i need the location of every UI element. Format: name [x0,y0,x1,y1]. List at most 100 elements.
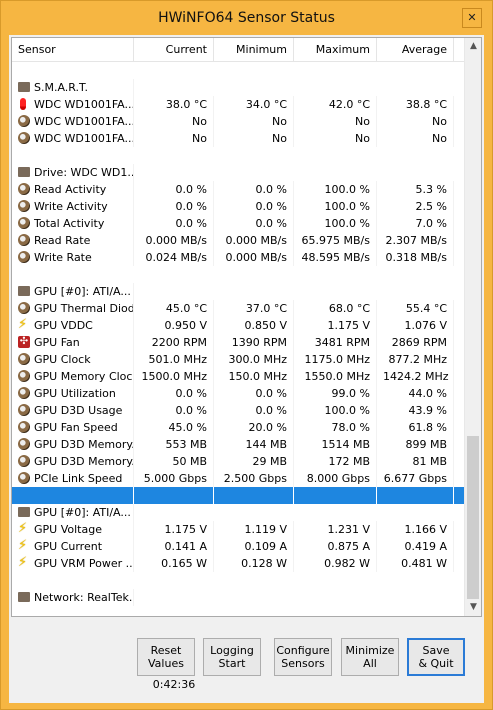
reset-values-button[interactable]: Reset Values [137,638,195,676]
selected-row[interactable] [12,487,464,504]
save-quit-button[interactable]: Save & Quit [407,638,465,676]
column-header-current[interactable]: Current [134,38,214,62]
sensor-name: WDC WD1001FA... [12,96,134,113]
spacer-row [12,147,464,164]
table-cell [214,487,294,504]
minimum-value: 0.850 V [214,317,294,334]
maximum-value: 100.0 % [294,215,377,232]
average-value: 55.4 °C [377,300,454,317]
table-row[interactable]: GPU Thermal Diode 45.0 °C 37.0 °C 68.0 °C 55… [12,300,464,317]
table-cell [12,487,134,504]
table-row[interactable]: WDC WD1001FA... No No No No [12,130,464,147]
sensor-name: PCIe Link Speed [12,470,134,487]
scroll-thumb[interactable] [467,436,479,599]
table-row[interactable]: ⚡ GPU Current 0.141 A 0.109 A 0.875 A 0.419 A [12,538,464,555]
table-cell [134,487,214,504]
elapsed-timer: 0:42:36 [152,678,196,691]
sensor-list[interactable]: Sensor Current Minimum Maximum Average S… [11,37,482,617]
column-header-maximum[interactable]: Maximum [294,38,377,62]
spacer-row [12,62,464,79]
table-cell [377,487,454,504]
maximum-value: 78.0 % [294,419,377,436]
table-row[interactable]: Read Rate 0.000 MB/s 0.000 MB/s 65.975 MB/s… [12,232,464,249]
sensor-rows: S.M.A.R.T. WDC WD1001FA... 38.0 °C 34.0 °C 4… [12,62,464,606]
table-row[interactable]: WDC WD1001FA... 38.0 °C 34.0 °C 42.0 °C 38.8… [12,96,464,113]
current-value: 0.0 % [134,181,214,198]
table-row[interactable]: ✣ GPU Fan 2200 RPM 1390 RPM 3481 RPM 2869 RPM [12,334,464,351]
maximum-value: 42.0 °C [294,96,377,113]
table-row[interactable]: ⚡ GPU VRM Power ... 0.165 W 0.128 W 0.982 W0… [12,555,464,572]
maximum-value: 65.975 MB/s [294,232,377,249]
column-header-average[interactable]: Average [377,38,454,62]
average-value: 7.0 % [377,215,454,232]
table-row[interactable]: ⚡ GPU VDDC 0.950 V 0.850 V 1.175 V 1.076 V [12,317,464,334]
title-bar[interactable]: HWiNFO64 Sensor Status ✕ [1,1,492,35]
current-value: 45.0 % [134,419,214,436]
table-row[interactable]: Total Activity 0.0 % 0.0 % 100.0 % 7.0 % [12,215,464,232]
client-area: Sensor Current Minimum Maximum Average S… [9,35,484,703]
table-row[interactable]: GPU Clock 501.0 MHz 300.0 MHz 1175.0 MHz 877… [12,351,464,368]
maximum-value: 1514 MB [294,436,377,453]
hwinfo-window: HWiNFO64 Sensor Status ✕ Sensor Current … [0,0,493,710]
sensor-name: GPU [#0]: ATI/A... [12,283,134,300]
spacer-row [12,572,464,589]
average-value: 899 MB [377,436,454,453]
maximum-value: 99.0 % [294,385,377,402]
sensor-name: Write Activity [12,198,134,215]
average-value: 5.3 % [377,181,454,198]
minimize-all-button[interactable]: Minimize All [341,638,399,676]
current-value: 0.950 V [134,317,214,334]
maximum-value: 100.0 % [294,198,377,215]
average-value: 1.166 V [377,521,454,538]
table-row[interactable]: GPU D3D Usage 0.0 % 0.0 % 100.0 % 43.9 % [12,402,464,419]
vertical-scrollbar[interactable]: ▲ ▼ [464,38,481,616]
table-row[interactable]: WDC WD1001FA... No No No No [12,113,464,130]
sensor-name: WDC WD1001FA... [12,113,134,130]
logging-start-button[interactable]: Logging Start [203,638,261,676]
table-row[interactable]: Read Activity 0.0 % 0.0 % 100.0 % 5.3 % [12,181,464,198]
maximum-value: 1.175 V [294,317,377,334]
maximum-value: 8.000 Gbps [294,470,377,487]
close-button[interactable]: ✕ [462,8,482,28]
minimum-value: 0.0 % [214,198,294,215]
table-row[interactable]: Write Activity 0.0 % 0.0 % 100.0 % 2.5 % [12,198,464,215]
table-row[interactable]: GPU Utilization 0.0 % 0.0 % 99.0 % 44.0 % [12,385,464,402]
sensor-name: Read Activity [12,181,134,198]
sensor-group-row[interactable]: Network: RealTek... [12,589,464,606]
average-value: 1424.2 MHz [377,368,454,385]
sensor-group-row[interactable]: Drive: WDC WD1... [12,164,464,181]
average-value: 0.318 MB/s [377,249,454,266]
average-value: 6.677 Gbps [377,470,454,487]
current-value: 0.141 A [134,538,214,555]
table-row[interactable]: PCIe Link Speed 5.000 Gbps 2.500 Gbps 8.000… [12,470,464,487]
current-value: 0.000 MB/s [134,232,214,249]
table-row[interactable]: GPU Memory Clock 1500.0 MHz 150.0 MHz 1550.… [12,368,464,385]
current-value: 50 MB [134,453,214,470]
scroll-down-icon[interactable]: ▼ [465,599,482,616]
column-header-sensor[interactable]: Sensor [12,38,134,62]
sensor-group-row[interactable]: GPU [#0]: ATI/A... [12,283,464,300]
table-row[interactable]: GPU Fan Speed 45.0 % 20.0 % 78.0 % 61.8 % [12,419,464,436]
average-value: 43.9 % [377,402,454,419]
average-value: 0.481 W [377,555,454,572]
table-row[interactable]: GPU D3D Memory... 553 MB 144 MB 1514 MB 899 … [12,436,464,453]
current-value: No [134,113,214,130]
sensor-group-row[interactable]: GPU [#0]: ATI/A... [12,504,464,521]
table-row[interactable]: GPU D3D Memory... 50 MB 29 MB 172 MB 81 MB [12,453,464,470]
current-value: 0.024 MB/s [134,249,214,266]
current-value: 501.0 MHz [134,351,214,368]
average-value: No [377,130,454,147]
sensor-name: GPU Fan Speed [12,419,134,436]
sensor-group-row[interactable]: S.M.A.R.T. [12,79,464,96]
maximum-value: 100.0 % [294,402,377,419]
average-value: 38.8 °C [377,96,454,113]
sensor-name: GPU [#0]: ATI/A... [12,504,134,521]
column-header-minimum[interactable]: Minimum [214,38,294,62]
configure-sensors-button[interactable]: Configure Sensors [274,638,332,676]
scroll-up-icon[interactable]: ▲ [465,38,482,55]
table-row[interactable]: Write Rate 0.024 MB/s 0.000 MB/s 48.595 MB/… [12,249,464,266]
current-value: 1500.0 MHz [134,368,214,385]
minimum-value: 144 MB [214,436,294,453]
maximum-value: 1.231 V [294,521,377,538]
table-row[interactable]: ⚡ GPU Voltage 1.175 V 1.119 V 1.231 V 1.166 V [12,521,464,538]
